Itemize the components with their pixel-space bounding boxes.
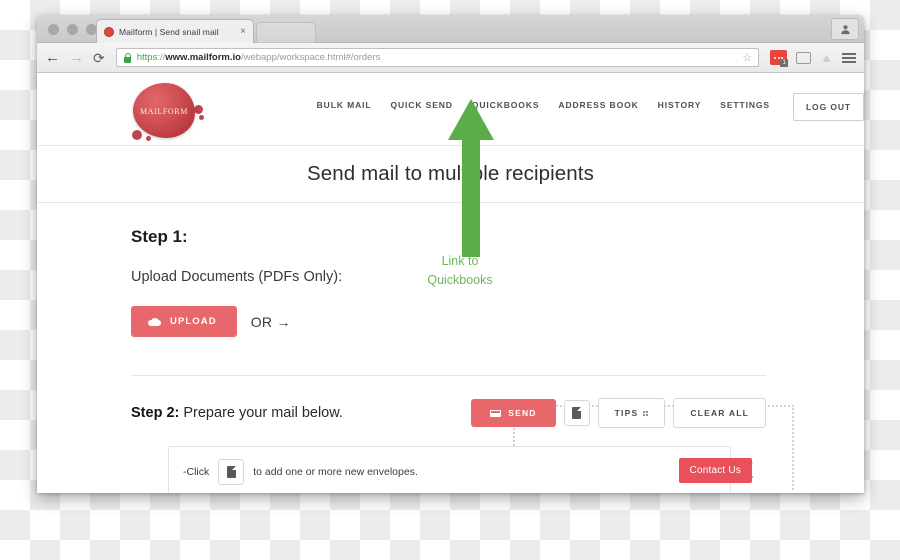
upload-documents-label: Upload Documents (PDFs Only): (131, 269, 343, 285)
browser-tab[interactable]: Mailform | Send snail mail × (96, 19, 254, 43)
nav-item-quick-send[interactable]: QUICK SEND (390, 100, 452, 110)
extension-icon[interactable]: 1 (770, 50, 789, 67)
tips-button-label: TIPS (614, 408, 639, 418)
nav-item-address-book[interactable]: ADDRESS BOOK (558, 100, 638, 110)
bookmark-star-icon[interactable]: ☆ (742, 51, 752, 64)
send-button[interactable]: SEND (471, 399, 556, 427)
tab-title: Mailform | Send snail mail (119, 26, 219, 37)
tips-dots-icon (643, 410, 649, 416)
extension-badge: 1 (780, 59, 789, 67)
step-2-title: Step 2: (131, 405, 180, 421)
cloud-upload-icon (148, 317, 161, 326)
close-window-button[interactable] (48, 24, 59, 35)
window-controls[interactable] (48, 24, 97, 35)
add-envelope-inline-button[interactable] (218, 459, 245, 485)
or-arrow-label: OR → (250, 313, 291, 330)
envelope-icon (490, 409, 502, 417)
nav-item-bulk-mail[interactable]: BULK MAIL (317, 100, 372, 110)
tips-button[interactable]: TIPS (597, 398, 666, 428)
log-out-button[interactable]: LOG OUT (792, 93, 864, 121)
step-1-title: Step 1: (131, 227, 188, 246)
profile-avatar-icon[interactable] (831, 18, 859, 40)
step-2-section: Step 2: Prepare your mail below. SEND TI… (131, 398, 766, 428)
nav-item-settings[interactable]: SETTINGS (720, 100, 770, 110)
main-navigation: BULK MAIL QUICK SEND QUICKBOOKS ADDRESS … (317, 100, 770, 110)
url-host: www.mailform.io (165, 52, 241, 63)
browser-toolbar: ← → ⟳ https://www.mailform.io/webapp/wor… (37, 43, 864, 73)
wax-seal-icon: MAILFORM (133, 83, 195, 138)
document-icon (226, 466, 236, 478)
favicon-icon (104, 26, 114, 37)
upload-row: UPLOAD OR → (131, 306, 421, 337)
step-2-actions: SEND TIPS CLEAR ALL (471, 398, 766, 428)
clear-all-button[interactable]: CLEAR ALL (673, 398, 766, 428)
minimize-window-button[interactable] (67, 24, 78, 35)
forward-icon[interactable]: → (69, 50, 84, 65)
url-path: /webapp/workspace.html#/orders (240, 52, 381, 63)
upload-button[interactable]: UPLOAD (131, 306, 237, 337)
cast-icon[interactable] (796, 51, 812, 64)
logo-text: MAILFORM (140, 107, 188, 116)
annotation-caption: Link to Quickbooks (412, 252, 508, 290)
annotation-line-2: Quickbooks (427, 272, 493, 287)
drive-icon[interactable]: ▲ (820, 50, 833, 65)
url-scheme: https (136, 52, 158, 63)
url-text: https://www.mailform.io/webapp/workspace… (137, 52, 381, 63)
logo-blob-icon (194, 105, 203, 114)
step-2-label: Step 2: Prepare your mail below. (131, 405, 343, 421)
click-suffix-label: to add one or more new envelopes. (253, 466, 418, 478)
section-divider (131, 375, 766, 376)
add-envelope-button[interactable] (563, 400, 590, 426)
hamburger-menu-icon[interactable] (842, 52, 856, 63)
send-button-label: SEND (508, 408, 537, 418)
lock-icon (123, 52, 132, 63)
new-tab-button[interactable] (256, 22, 316, 43)
address-bar[interactable]: https://www.mailform.io/webapp/workspace… (115, 48, 760, 67)
annotation-line-1: Link to (441, 254, 479, 268)
step-1-section: Step 1: Upload Documents (PDFs Only): UP… (131, 227, 421, 337)
mailform-logo[interactable]: MAILFORM (128, 77, 210, 141)
annotation-arrow-icon (448, 99, 494, 257)
upload-button-label: UPLOAD (170, 316, 217, 327)
logo-blob-icon (132, 130, 142, 140)
contact-us-button[interactable]: Contact Us (678, 458, 752, 483)
document-icon (572, 407, 582, 419)
logo-blob-icon (146, 136, 151, 141)
back-icon[interactable]: ← (45, 50, 60, 65)
nav-item-history[interactable]: HISTORY (658, 100, 702, 110)
envelope-hint-card: -Click to add one or more new envelopes. (168, 446, 731, 492)
reload-icon[interactable]: ⟳ (93, 51, 105, 65)
close-icon[interactable]: × (238, 26, 248, 37)
step-2-subtitle: Prepare your mail below. (179, 405, 343, 421)
click-prefix-label: -Click (183, 466, 210, 478)
browser-tab-strip: Mailform | Send snail mail × (37, 15, 864, 43)
logo-blob-icon (199, 115, 204, 120)
